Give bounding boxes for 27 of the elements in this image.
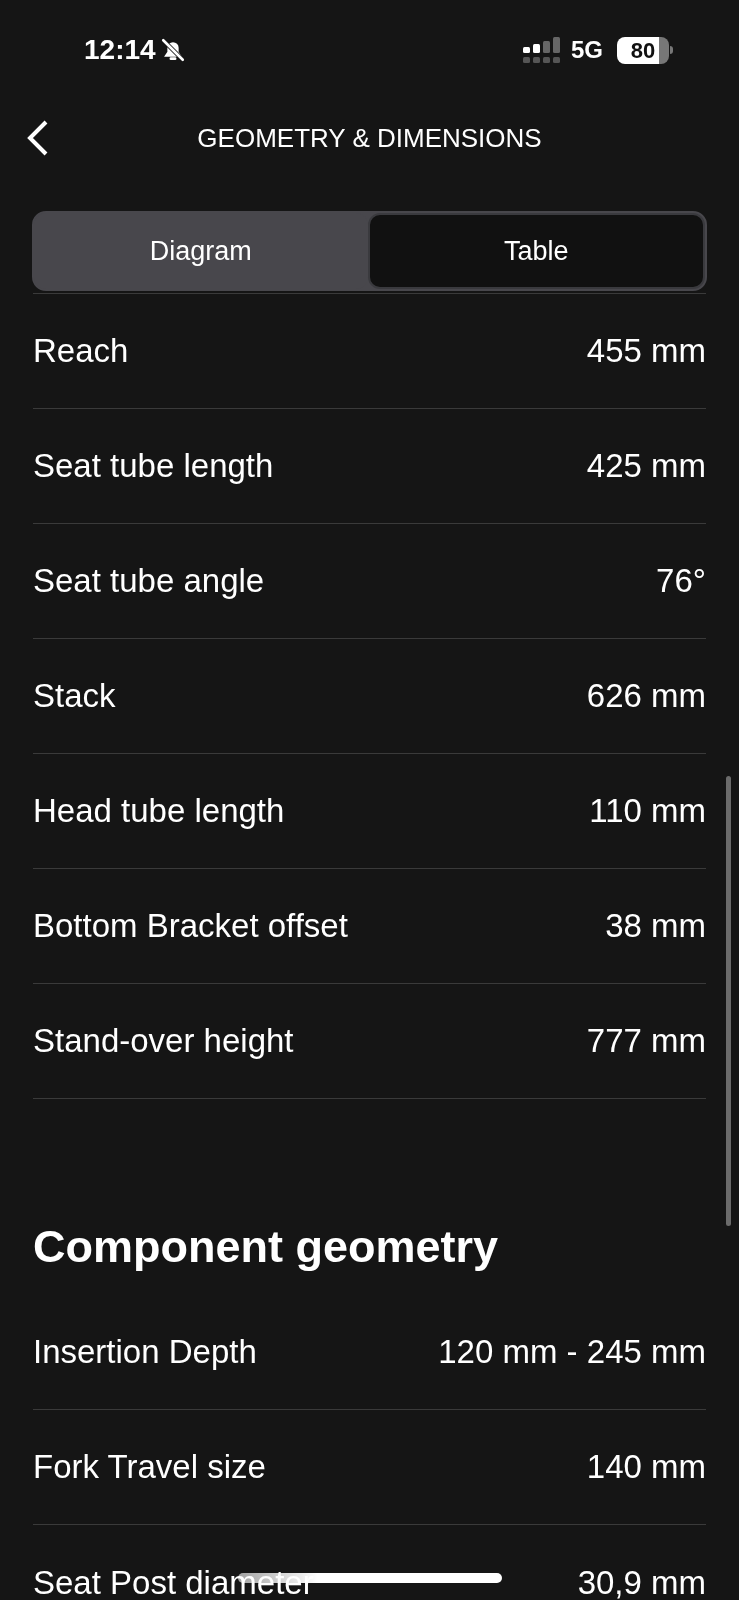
spec-value: 626 mm (586, 676, 706, 717)
spec-label: Reach (33, 331, 129, 372)
spec-label: Stack (33, 676, 116, 717)
spec-value: 140 mm (586, 1447, 706, 1488)
spec-label: Stand-over height (33, 1021, 294, 1062)
segment-tab[interactable]: Table (367, 213, 705, 289)
spec-value: 120 mm - 245 mm (438, 1332, 706, 1373)
clock: 12:14 (84, 33, 156, 67)
bell-off-icon (159, 37, 186, 63)
spec-value: 455 mm (586, 331, 706, 372)
spec-value: 110 mm (589, 791, 706, 832)
spec-label: Fork Travel size (33, 1447, 266, 1488)
spec-label: Seat tube length (33, 446, 274, 487)
spec-label: Head tube length (33, 791, 285, 832)
spec-label: Insertion Depth (33, 1332, 257, 1373)
network-label: 5G (571, 35, 603, 65)
spec-value: 76° (656, 561, 706, 602)
signal-icon (523, 37, 561, 63)
screen-title: GEOMETRY & DIMENSIONS (197, 121, 542, 155)
spec-value: 38 mm (605, 906, 706, 947)
spec-value: 425 mm (586, 446, 706, 487)
spec-value: 30,9 mm (577, 1562, 706, 1600)
battery-indicator: 80 (617, 36, 673, 64)
spec-label: Bottom Bracket offset (33, 906, 348, 947)
spec-value: 777 mm (586, 1021, 706, 1062)
spec-label: Seat tube angle (33, 561, 265, 602)
section-heading: Component geometry (33, 1220, 499, 1275)
